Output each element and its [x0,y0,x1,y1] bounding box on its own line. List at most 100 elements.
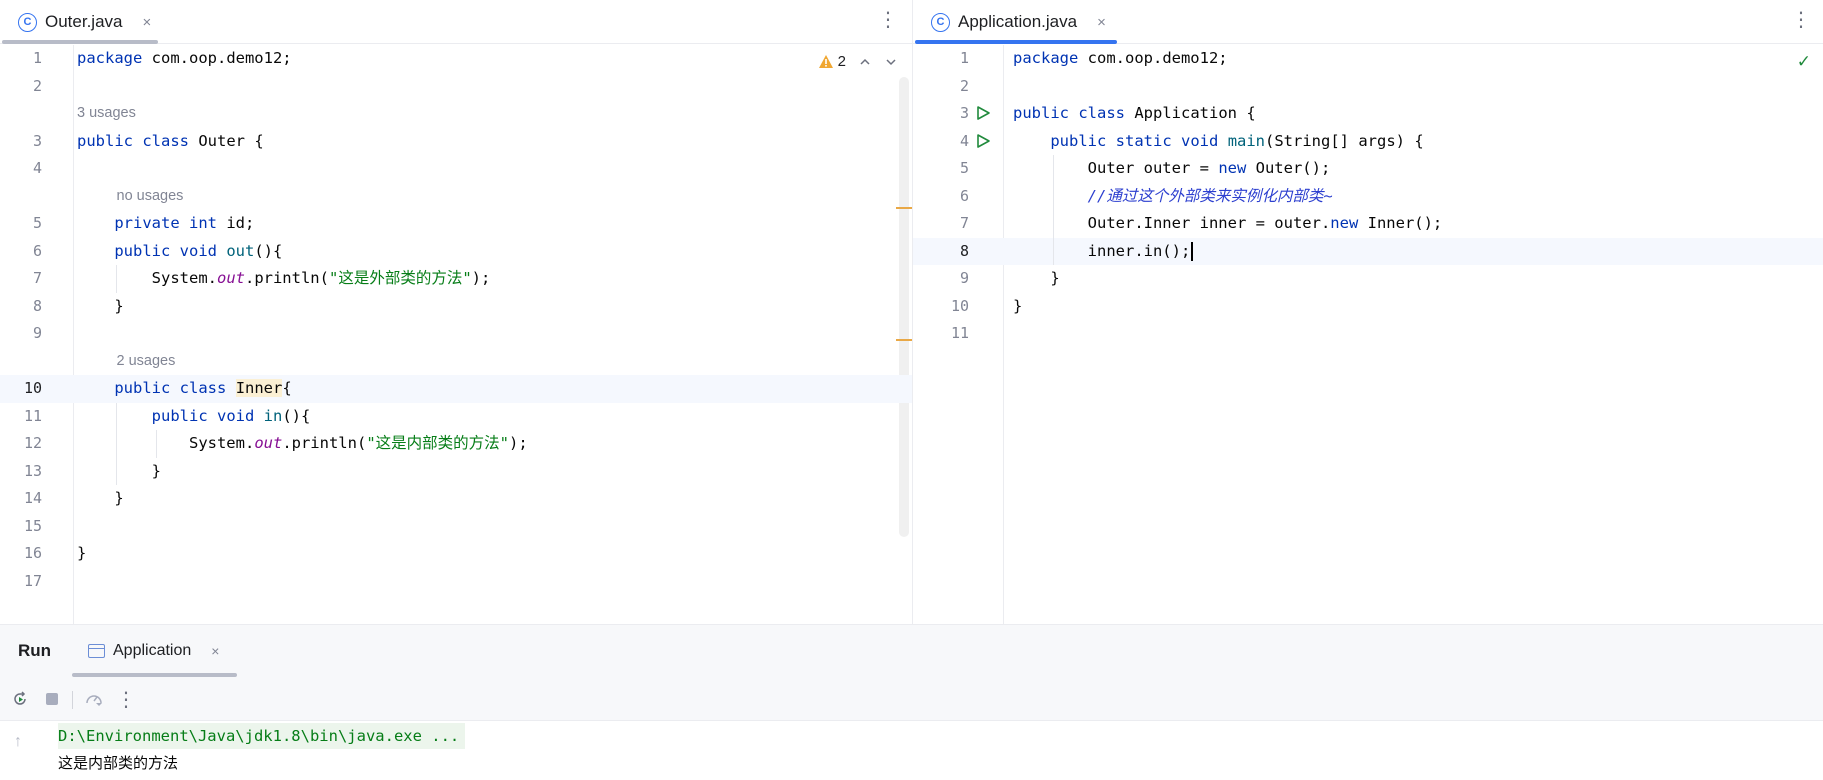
line-number[interactable]: 2 [913,73,969,101]
code-line-4[interactable]: 4 public static void main(String[] args)… [913,128,1823,156]
line-number[interactable]: 14 [0,485,42,513]
code-line-1[interactable]: 1 package com.oop.demo12; [0,45,912,73]
run-gutter-icon[interactable] [975,105,991,121]
code-line-6[interactable]: 6 public void out(){ [0,238,912,266]
line-number[interactable]: 7 [913,210,969,238]
more-options-icon[interactable]: ⋮ [114,687,138,711]
line-number[interactable]: 10 [913,293,969,321]
code-text[interactable]: System.out.println("这是外部类的方法"); [77,265,491,293]
code-text[interactable]: System.out.println("这是内部类的方法"); [77,430,528,458]
code-line-6[interactable]: 6 //通过这个外部类来实例化内部类~ [913,183,1823,211]
code-text[interactable]: private int id; [77,210,254,238]
line-number[interactable]: 3 [0,128,42,156]
code-text[interactable]: } [77,458,161,486]
line-number[interactable]: 12 [0,430,42,458]
code-line-5[interactable]: 5 Outer outer = new Outer(); [913,155,1823,183]
line-number[interactable]: 9 [0,320,42,348]
code-line-12[interactable]: 12 System.out.println("这是内部类的方法"); [0,430,912,458]
line-number[interactable]: 17 [0,568,42,596]
code-text[interactable]: public static void main(String[] args) { [1013,128,1423,156]
close-tab-icon[interactable]: × [143,14,152,31]
line-number[interactable]: 11 [913,320,969,348]
code-line-10[interactable]: 10 public class Inner{ [0,375,912,403]
line-number[interactable]: 11 [0,403,42,431]
code-text[interactable]: } [77,293,123,321]
code-line-3[interactable]: 3 public class Outer { [0,128,912,156]
code-text[interactable]: Outer.Inner inner = outer.new Inner(); [1013,210,1443,238]
code-line-4[interactable]: 4 [0,155,912,183]
more-options-icon[interactable]: ⋮ [878,8,898,32]
code-text[interactable]: } [1013,265,1059,293]
more-options-icon[interactable]: ⋮ [1791,8,1811,32]
code-line-13[interactable]: 13 } [0,458,912,486]
close-run-tab-icon[interactable]: × [211,643,219,659]
line-number[interactable]: 8 [913,238,969,266]
stop-icon[interactable] [40,687,64,711]
tab-outer-java[interactable]: C Outer.java × [0,0,158,44]
code-line-11[interactable]: 11 [913,320,1823,348]
usages-inlay-hint[interactable]: no usages [117,183,184,211]
line-number[interactable]: 5 [913,155,969,183]
line-number[interactable]: 4 [913,128,969,156]
line-number[interactable]: 4 [0,155,42,183]
code-text[interactable]: public class Application { [1013,100,1256,128]
code-text[interactable]: } [77,485,123,513]
code-line-5[interactable]: 5 private int id; [0,210,912,238]
code-line-7[interactable]: 7 Outer.Inner inner = outer.new Inner(); [913,210,1823,238]
line-number[interactable]: 1 [913,45,969,73]
run-tab-application[interactable]: Application × [88,625,219,677]
console-output[interactable]: ↑ D:\Environment\Java\jdk1.8\bin\java.ex… [0,721,1823,780]
code-text[interactable]: public class Inner{ [77,375,292,403]
code-line-9[interactable]: 9 [0,320,912,348]
line-number[interactable]: 6 [0,238,42,266]
line-number[interactable]: 5 [0,210,42,238]
usages-inlay-hint[interactable]: 2 usages [117,348,176,376]
code-text[interactable]: public void out(){ [77,238,282,266]
code-line-8[interactable]: 8 inner.in(); [913,237,1823,266]
code-line-10[interactable]: 10} [913,293,1823,321]
code-line-8[interactable]: 8 } [0,293,912,321]
line-number[interactable]: 6 [913,183,969,211]
left-code-editor[interactable]: 2 1 package com.oop.demo12; 2 3 usages 3 publ… [0,45,912,624]
code-line-11[interactable]: 11 public void in(){ [0,403,912,431]
line-number[interactable]: 13 [0,458,42,486]
code-line-9[interactable]: 9 } [913,265,1823,293]
code-text[interactable]: } [1013,293,1022,321]
usages-inlay-hint[interactable]: 3 usages [77,100,136,128]
code-text[interactable]: inner.in(); [1013,238,1193,266]
code-text[interactable]: } [77,540,86,568]
line-number[interactable]: 3 [913,100,969,128]
line-number[interactable]: 8 [0,293,42,321]
line-number[interactable]: 15 [0,513,42,541]
code-line-1[interactable]: 1 package com.oop.demo12; [913,45,1823,73]
line-number[interactable]: 7 [0,265,42,293]
code-line-15[interactable]: 15 [0,513,912,541]
inlay-hint-row[interactable]: 2 usages [0,348,912,376]
line-number[interactable]: 2 [0,73,42,101]
code-text[interactable]: package com.oop.demo12; [1013,45,1228,73]
line-number[interactable]: 16 [0,540,42,568]
code-line-17[interactable]: 17 [0,568,912,596]
code-text[interactable]: Outer outer = new Outer(); [1013,155,1331,183]
code-line-3[interactable]: 3 public class Application { [913,100,1823,128]
code-text[interactable]: package com.oop.demo12; [77,45,292,73]
right-code-editor[interactable]: ✓ 1 package com.oop.demo12; 2 3 public class… [913,45,1823,624]
code-line-14[interactable]: 14 } [0,485,912,513]
coverage-icon[interactable] [82,687,106,711]
code-line-2[interactable]: 2 [913,73,1823,101]
tab-application-java[interactable]: C Application.java × [913,0,1117,44]
code-line-16[interactable]: 16} [0,540,912,568]
code-line-7[interactable]: 7 System.out.println("这是外部类的方法"); [0,265,912,293]
line-number[interactable]: 9 [913,265,969,293]
run-gutter-icon[interactable] [975,133,991,149]
close-tab-icon[interactable]: × [1097,14,1106,31]
line-number[interactable]: 10 [0,375,42,403]
inlay-hint-row[interactable]: 3 usages [0,100,912,128]
code-line-2[interactable]: 2 [0,73,912,101]
line-number[interactable]: 1 [0,45,42,73]
inlay-hint-row[interactable]: no usages [0,183,912,211]
rerun-icon[interactable] [8,687,32,711]
scroll-up-icon[interactable]: ↑ [14,733,22,751]
code-text[interactable]: //通过这个外部类来实例化内部类~ [1013,183,1333,211]
code-text[interactable]: public class Outer { [77,128,264,156]
